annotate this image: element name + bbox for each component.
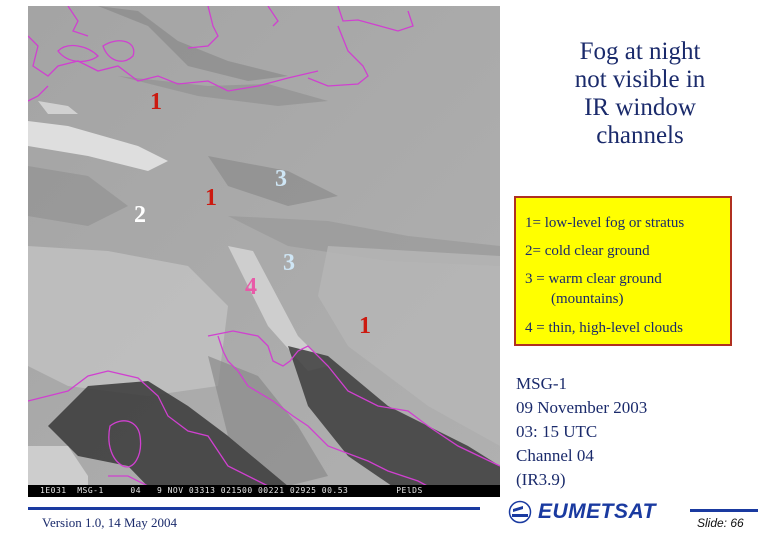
info-satellite: MSG-1: [516, 374, 568, 393]
marker-thin-cloud-4: 4: [245, 274, 257, 300]
legend-item-3: 3 = warm clear ground: [525, 271, 662, 287]
info-time: 03: 15 UTC: [516, 422, 598, 441]
legend-item-2: 2= cold clear ground: [525, 243, 650, 259]
legend-box: 1= low-level fog or stratus 2= cold clea…: [514, 196, 732, 346]
title-line: channels: [596, 122, 684, 149]
eumetsat-globe-icon: [508, 500, 532, 524]
marker-warm-ground-3: 3: [275, 166, 287, 192]
marker-fog-1b: 1: [205, 185, 217, 211]
image-info: MSG-1 09 November 2003 03: 15 UTC Channe…: [516, 372, 647, 492]
info-wavelength: (IR3.9): [516, 470, 566, 489]
title-line: not visible in: [574, 66, 706, 93]
legend-item-4: 4 = thin, high-level clouds: [525, 320, 684, 336]
eumetsat-logo: EUMETSAT: [508, 498, 656, 526]
slide-number: Slide: 66: [697, 516, 744, 530]
slide-title: Fog at night not visible in IR window ch…: [540, 38, 740, 150]
satellite-image: 1 2 1 3 3 4 1 1E031 MSG-1 04 9 NOV 03313…: [28, 6, 500, 497]
marker-warm-ground-3b: 3: [283, 250, 295, 276]
legend-item-3-sub: (mountains): [551, 291, 624, 307]
info-channel: Channel 04: [516, 446, 594, 465]
footer-rule-right: [690, 509, 758, 512]
satellite-imagery: [28, 6, 500, 497]
marker-fog-1: 1: [150, 89, 162, 115]
legend-item-1: 1= low-level fog or stratus: [525, 215, 685, 231]
marker-cold-ground-2: 2: [134, 202, 146, 228]
version-label: Version 1.0, 14 May 2004: [42, 515, 178, 530]
title-line: IR window: [584, 94, 696, 121]
footer-rule-left: [28, 507, 480, 510]
logo-text: EUMETSAT: [538, 500, 656, 523]
title-line: Fog at night: [579, 38, 701, 65]
marker-fog-1c: 1: [359, 313, 371, 339]
info-date: 09 November 2003: [516, 398, 648, 417]
image-caption-bar: 1E031 MSG-1 04 9 NOV 03313 021500 00221 …: [28, 485, 500, 497]
